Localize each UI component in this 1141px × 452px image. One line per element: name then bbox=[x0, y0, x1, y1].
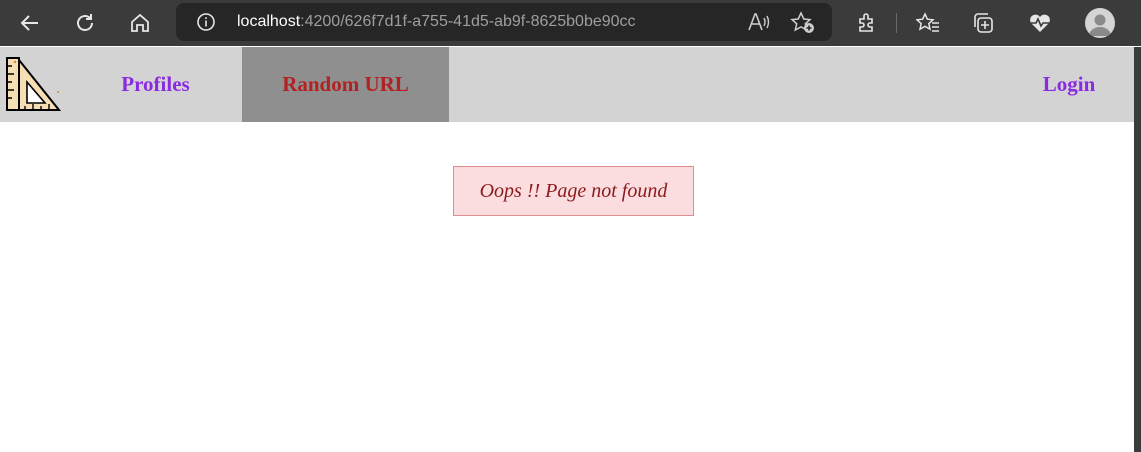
url-host: localhost bbox=[237, 13, 301, 30]
favorites-icon[interactable] bbox=[911, 6, 945, 40]
collections-icon[interactable] bbox=[966, 6, 1000, 40]
browser-toolbar: localhost:4200/626f7d1f-a755-41d5-ab9f-8… bbox=[0, 0, 1141, 46]
add-favorite-icon[interactable] bbox=[790, 11, 816, 40]
back-icon[interactable] bbox=[13, 6, 47, 40]
toolbar-divider bbox=[896, 13, 897, 33]
app-navbar: Profiles Random URL Login bbox=[0, 47, 1134, 122]
nav-link-login[interactable]: Login bbox=[1020, 47, 1118, 122]
url-path: :4200/626f7d1f-a755-41d5-ab9f-8625b0be90… bbox=[300, 13, 636, 30]
refresh-icon[interactable] bbox=[68, 6, 102, 40]
url-text[interactable]: localhost:4200/626f7d1f-a755-41d5-ab9f-8… bbox=[237, 12, 636, 32]
ruler-triangle-logo-icon[interactable] bbox=[5, 56, 62, 112]
site-info-icon[interactable] bbox=[196, 12, 216, 37]
profile-avatar-icon[interactable] bbox=[1085, 8, 1115, 38]
browser-essentials-icon[interactable] bbox=[1023, 6, 1057, 40]
address-bar[interactable]: localhost:4200/626f7d1f-a755-41d5-ab9f-8… bbox=[176, 3, 832, 41]
read-aloud-icon[interactable] bbox=[747, 11, 771, 38]
nav-link-profiles[interactable]: Profiles bbox=[98, 47, 213, 122]
error-message: Oops !! Page not found bbox=[479, 179, 668, 202]
window-edge bbox=[1134, 47, 1141, 452]
nav-link-random-url[interactable]: Random URL bbox=[242, 47, 449, 122]
extensions-icon[interactable] bbox=[850, 6, 884, 40]
home-icon[interactable] bbox=[123, 6, 157, 40]
page-not-found-alert: Oops !! Page not found bbox=[453, 166, 694, 216]
